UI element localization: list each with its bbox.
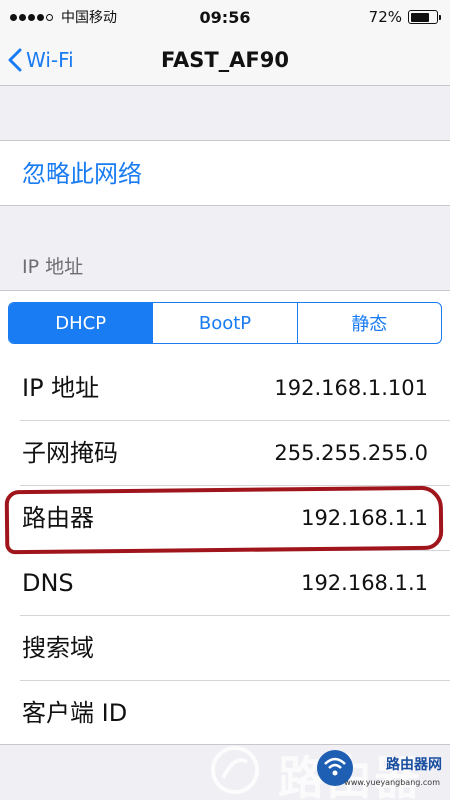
back-button[interactable]: Wi-Fi bbox=[8, 42, 74, 78]
row-subnet-mask: 子网掩码 255.255.255.0 bbox=[0, 421, 450, 486]
row-label: DNS bbox=[22, 569, 74, 597]
row-label: 客户端 ID bbox=[22, 699, 128, 727]
ip-section-header: IP 地址 bbox=[22, 256, 84, 278]
back-label: Wi-Fi bbox=[26, 48, 74, 72]
row-dns[interactable]: DNS 192.168.1.1 bbox=[0, 551, 450, 616]
row-value: 255.255.255.0 bbox=[274, 441, 428, 465]
row-value: 192.168.1.1 bbox=[301, 506, 428, 530]
row-label: 搜索域 bbox=[22, 634, 94, 662]
row-client-id[interactable]: 客户端 ID bbox=[0, 681, 450, 746]
watermark-url: www.yueyangbang.com bbox=[344, 778, 440, 787]
watermark-brand: 路由器网 bbox=[386, 757, 442, 773]
row-label: 路由器 bbox=[22, 504, 94, 532]
segment-dhcp[interactable]: DHCP bbox=[9, 303, 154, 343]
row-label: IP 地址 bbox=[22, 374, 100, 402]
row-router: 路由器 192.168.1.1 bbox=[0, 486, 450, 551]
row-ip-address: IP 地址 192.168.1.101 bbox=[0, 356, 450, 421]
forget-network-cell[interactable]: 忽略此网络 bbox=[0, 140, 450, 206]
battery-percent: 72% bbox=[368, 8, 402, 26]
ip-mode-segmented-control[interactable]: DHCP BootP 静态 bbox=[8, 302, 442, 344]
watermark: 路由器 路由器网 www.yueyangbang.com bbox=[0, 740, 450, 800]
navigation-bar: Wi-Fi FAST_AF90 bbox=[0, 34, 450, 86]
carrier-name: 中国移动 bbox=[61, 10, 117, 26]
row-label: 子网掩码 bbox=[22, 439, 118, 467]
row-value: 192.168.1.1 bbox=[301, 571, 428, 595]
signal-strength-icon: 中国移动 bbox=[10, 7, 117, 27]
watermark-logo-icon bbox=[211, 746, 259, 794]
row-value: 192.168.1.101 bbox=[274, 376, 428, 400]
forget-network-button[interactable]: 忽略此网络 bbox=[22, 141, 142, 207]
ip-settings-group: DHCP BootP 静态 IP 地址 192.168.1.101 子网掩码 2… bbox=[0, 290, 450, 745]
row-search-domains[interactable]: 搜索域 bbox=[0, 616, 450, 681]
segment-bootp[interactable]: BootP bbox=[153, 303, 298, 343]
status-bar: 中国移动 09:56 72% bbox=[0, 0, 450, 34]
chevron-left-icon bbox=[8, 48, 22, 72]
segment-static[interactable]: 静态 bbox=[298, 303, 441, 343]
battery-icon bbox=[408, 10, 441, 24]
